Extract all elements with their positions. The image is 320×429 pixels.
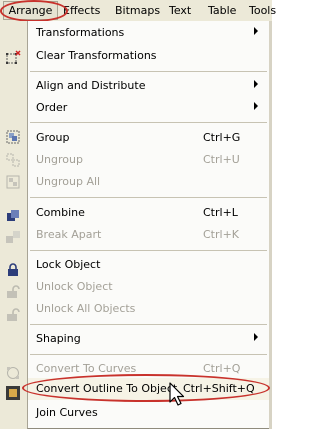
menu-item-label: Transformations <box>36 26 125 39</box>
shortcut-text: Ctrl+U <box>203 153 240 166</box>
submenu-arrow-icon <box>254 102 258 110</box>
menu-text[interactable]: Text <box>169 3 191 18</box>
menu-item-unlock-all[interactable]: Unlock All Objects <box>28 298 269 320</box>
menu-item-label: Unlock All Objects <box>36 302 136 315</box>
menu-item-label: Unlock Object <box>36 280 113 293</box>
menu-item-combine[interactable]: Combine Ctrl+L <box>28 202 269 224</box>
menu-item-label: Group <box>36 131 70 144</box>
menu-item-shaping[interactable]: Shaping <box>28 328 269 350</box>
menu-item-label: Ungroup All <box>36 175 101 188</box>
menu-table[interactable]: Table <box>208 3 236 18</box>
submenu-arrow-icon <box>254 80 258 88</box>
arrange-dropdown-menu: Transformations Clear Transformations Al… <box>27 21 270 429</box>
annotation-ring-arrange <box>0 0 68 22</box>
menu-separator <box>30 250 267 251</box>
menu-separator <box>30 324 267 325</box>
menu-tools[interactable]: Tools <box>249 3 276 18</box>
menu-item-clear-transformations[interactable]: Clear Transformations <box>28 45 269 67</box>
menu-item-label: Lock Object <box>36 258 101 271</box>
window-edge <box>269 21 272 429</box>
menu-item-lock-object[interactable]: Lock Object <box>28 254 269 276</box>
menu-item-align-distribute[interactable]: Align and Distribute <box>28 75 269 97</box>
submenu-arrow-icon <box>254 27 258 35</box>
unlock-icon <box>7 285 20 298</box>
ungroup-all-icon <box>6 175 20 189</box>
convert-outline-icon <box>6 386 20 400</box>
menu-item-unlock-object[interactable]: Unlock Object <box>28 276 269 298</box>
menu-item-ungroup-all[interactable]: Ungroup All <box>28 171 269 193</box>
annotation-ring-convert-outline <box>22 374 270 402</box>
menu-item-break-apart[interactable]: Break Apart Ctrl+K <box>28 224 269 246</box>
menu-effects[interactable]: Effects <box>63 3 100 18</box>
menu-effects-label: Effects <box>63 4 101 17</box>
menu-separator <box>30 354 267 355</box>
menu-separator <box>30 71 267 72</box>
menu-bitmaps-label: Bitmaps <box>115 4 161 17</box>
menu-item-label: Break Apart <box>36 228 102 241</box>
menu-item-label: Join Curves <box>36 406 98 419</box>
menu-separator <box>30 122 267 123</box>
menu-bar: Arrange Effects Bitmaps Text Table Tools <box>0 0 276 22</box>
menu-bitmaps[interactable]: Bitmaps <box>115 3 160 18</box>
menu-item-label: Order <box>36 101 68 114</box>
lock-icon <box>8 263 18 276</box>
shortcut-text: Ctrl+G <box>203 131 241 144</box>
group-icon <box>6 130 20 144</box>
menu-item-label: Shaping <box>36 332 81 345</box>
convert-to-curves-icon <box>7 367 19 379</box>
break-apart-icon <box>6 231 20 243</box>
menu-tools-label: Tools <box>249 4 277 17</box>
menu-item-transformations[interactable]: Transformations <box>28 22 269 44</box>
menu-item-label: Clear Transformations <box>36 49 157 62</box>
menu-separator <box>30 197 267 198</box>
menu-item-join-curves[interactable]: Join Curves <box>28 402 269 424</box>
menu-item-ungroup[interactable]: Ungroup Ctrl+U <box>28 149 269 171</box>
menu-item-label: Combine <box>36 206 85 219</box>
shortcut-text: Ctrl+L <box>203 206 238 219</box>
menu-item-group[interactable]: Group Ctrl+G <box>28 127 269 149</box>
menu-item-label: Ungroup <box>36 153 83 166</box>
ungroup-icon <box>6 153 20 167</box>
shortcut-text: Ctrl+K <box>203 228 240 241</box>
menu-table-label: Table <box>208 4 237 17</box>
menu-item-label: Convert To Curves <box>36 362 137 375</box>
shortcut-text: Ctrl+Q <box>203 362 241 375</box>
mouse-pointer-icon <box>169 382 185 406</box>
unlock-all-icon <box>7 308 20 321</box>
submenu-arrow-icon <box>254 333 258 341</box>
combine-icon <box>7 210 19 221</box>
menu-item-label: Align and Distribute <box>36 79 146 92</box>
menu-text-label: Text <box>169 4 192 17</box>
clear-transformations-icon <box>6 50 21 64</box>
menu-item-order[interactable]: Order <box>28 97 269 119</box>
menu-icon-strip <box>0 21 28 429</box>
